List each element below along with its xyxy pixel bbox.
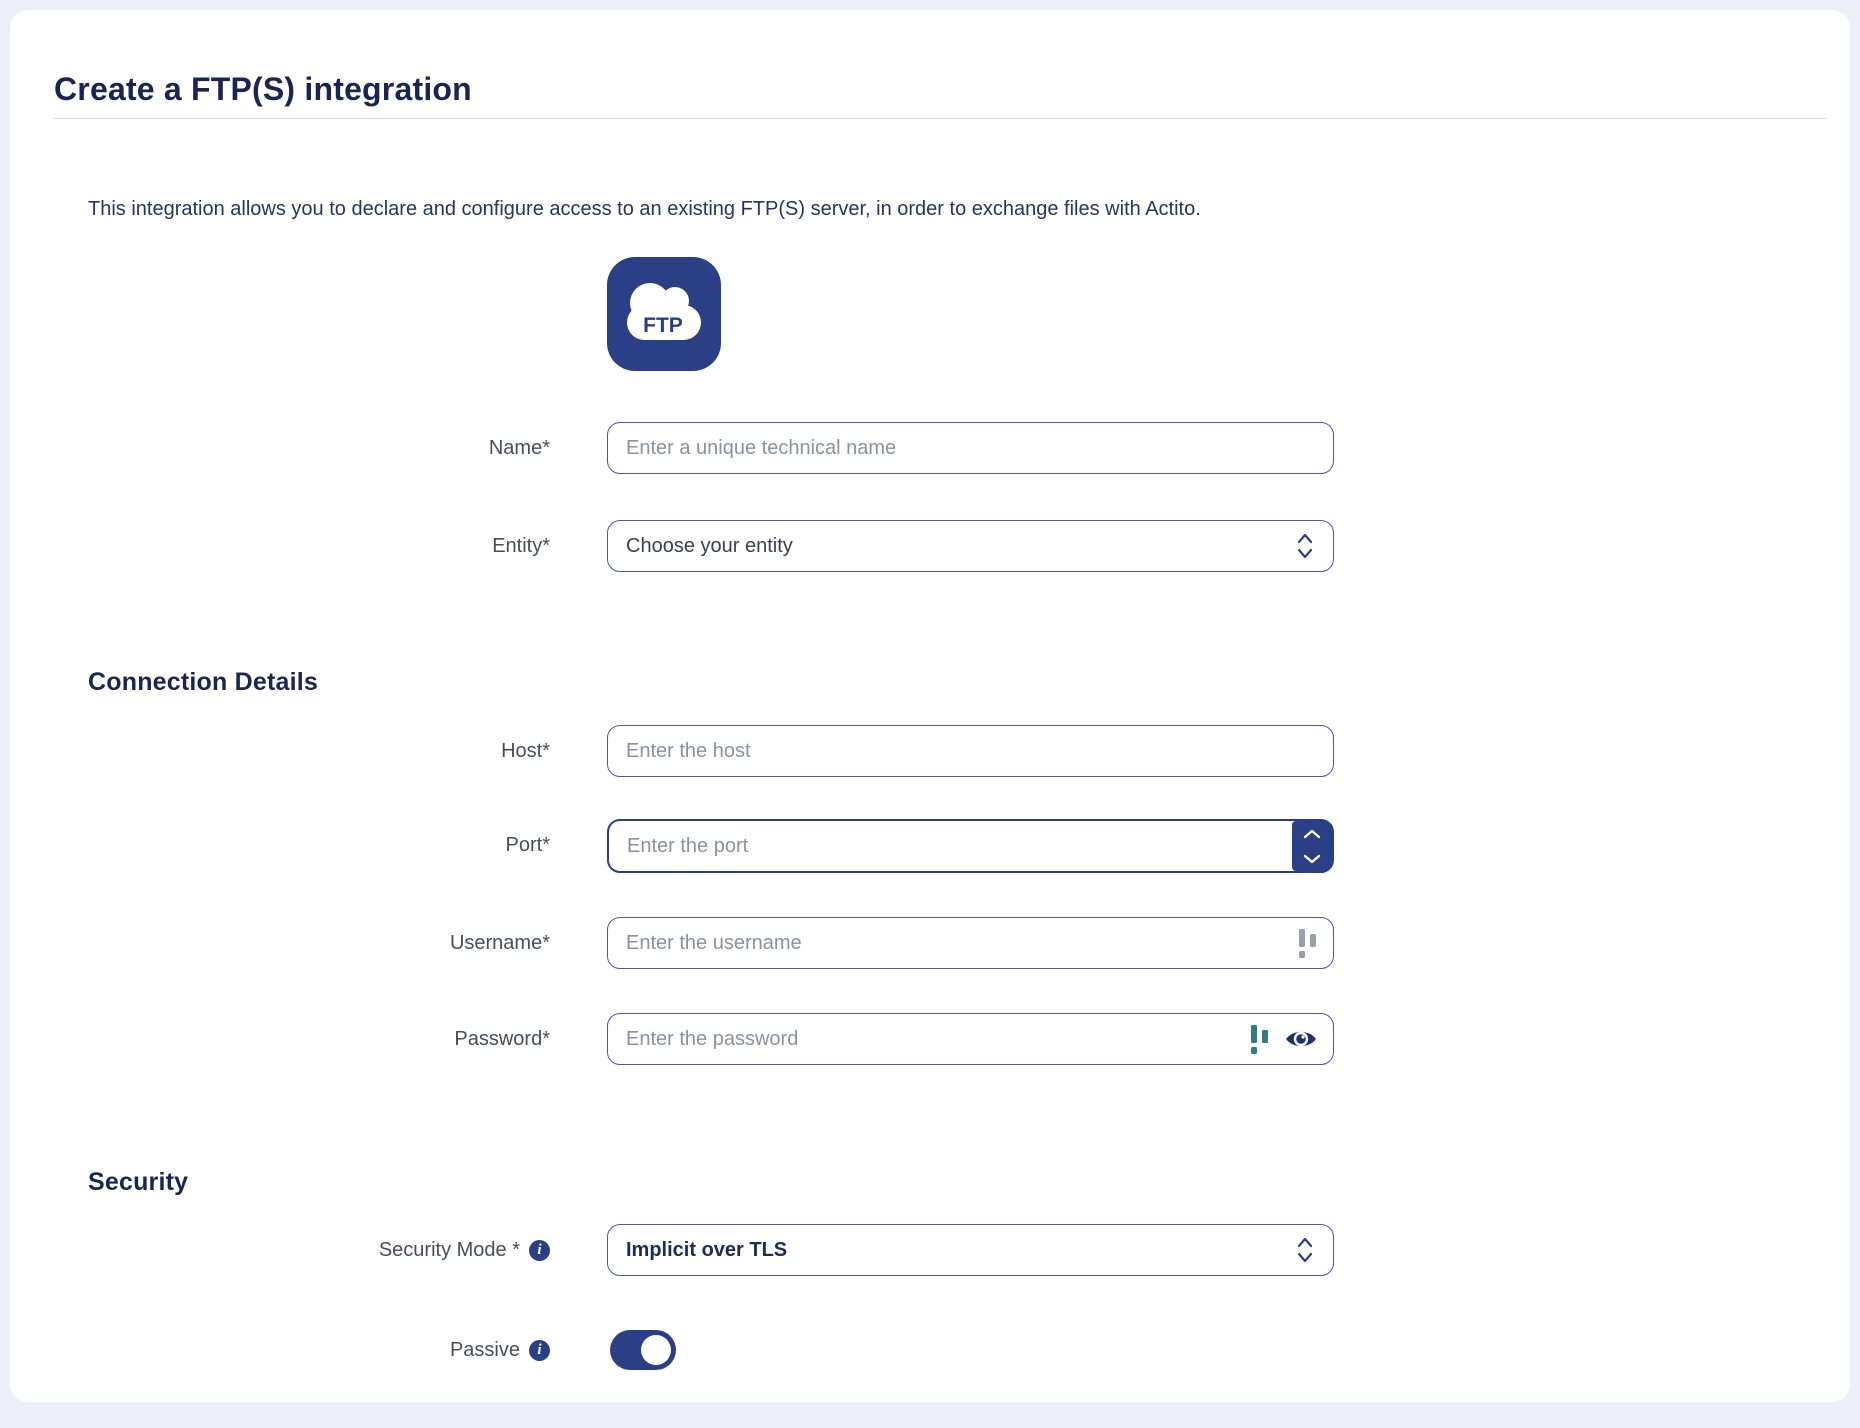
form-card: Create a FTP(S) integration This integra… — [10, 10, 1850, 1402]
page-title: Create a FTP(S) integration — [54, 71, 472, 108]
entity-row: Entity* Choose your entity — [10, 520, 1860, 572]
security-mode-label-text: Security Mode * — [379, 1239, 520, 1262]
info-icon[interactable]: i — [529, 1240, 550, 1261]
name-row: Name* — [10, 422, 1860, 474]
passive-toggle[interactable] — [610, 1330, 676, 1370]
passive-row: Passive i — [10, 1324, 1860, 1376]
password-label: Password* — [10, 1013, 550, 1065]
security-mode-select[interactable]: Implicit over TLS — [607, 1224, 1334, 1276]
username-row: Username* — [10, 917, 1860, 969]
passive-label: Passive i — [10, 1324, 550, 1376]
ftp-cloud-icon: FTP — [614, 264, 714, 364]
entity-select[interactable]: Choose your entity — [607, 520, 1334, 572]
password-row: Password* — [10, 1013, 1860, 1065]
username-input[interactable] — [607, 917, 1334, 969]
security-mode-label: Security Mode * i — [10, 1224, 550, 1276]
security-mode-row: Security Mode * i Implicit over TLS — [10, 1224, 1860, 1276]
page-background: Create a FTP(S) integration This integra… — [0, 0, 1860, 1428]
name-input[interactable] — [607, 422, 1334, 474]
port-increment-button[interactable] — [1292, 821, 1332, 846]
name-label: Name* — [10, 422, 550, 474]
chevron-down-icon — [1301, 853, 1323, 865]
host-input[interactable] — [607, 725, 1334, 777]
port-number-spinner — [1292, 821, 1332, 871]
eye-visibility-icon[interactable] — [1284, 1026, 1318, 1052]
password-manager-icon-teal[interactable] — [1250, 1023, 1270, 1055]
port-row: Port* — [10, 819, 1860, 871]
section-heading-security: Security — [88, 1168, 188, 1197]
host-row: Host* — [10, 725, 1860, 777]
integration-description: This integration allows you to declare a… — [88, 198, 1588, 221]
password-input[interactable] — [607, 1013, 1334, 1065]
section-heading-connection-details: Connection Details — [88, 668, 318, 697]
username-label: Username* — [10, 917, 550, 969]
passive-label-text: Passive — [450, 1339, 520, 1362]
port-input[interactable] — [607, 819, 1334, 873]
port-label: Port* — [10, 819, 550, 871]
port-decrement-button[interactable] — [1292, 846, 1332, 871]
toggle-knob — [641, 1335, 671, 1365]
chevron-up-down-icon — [1295, 1235, 1315, 1265]
host-label: Host* — [10, 725, 550, 777]
entity-select-value: Choose your entity — [626, 535, 793, 558]
chevron-up-down-icon — [1295, 531, 1315, 561]
ftp-icon-label: FTP — [643, 314, 683, 337]
info-icon[interactable]: i — [529, 1340, 550, 1361]
password-manager-icon[interactable] — [1298, 927, 1318, 959]
chevron-up-icon — [1301, 828, 1323, 840]
title-divider — [54, 118, 1826, 119]
ftp-app-icon: FTP — [607, 257, 721, 371]
security-mode-select-value: Implicit over TLS — [626, 1239, 787, 1262]
entity-label: Entity* — [10, 520, 550, 572]
